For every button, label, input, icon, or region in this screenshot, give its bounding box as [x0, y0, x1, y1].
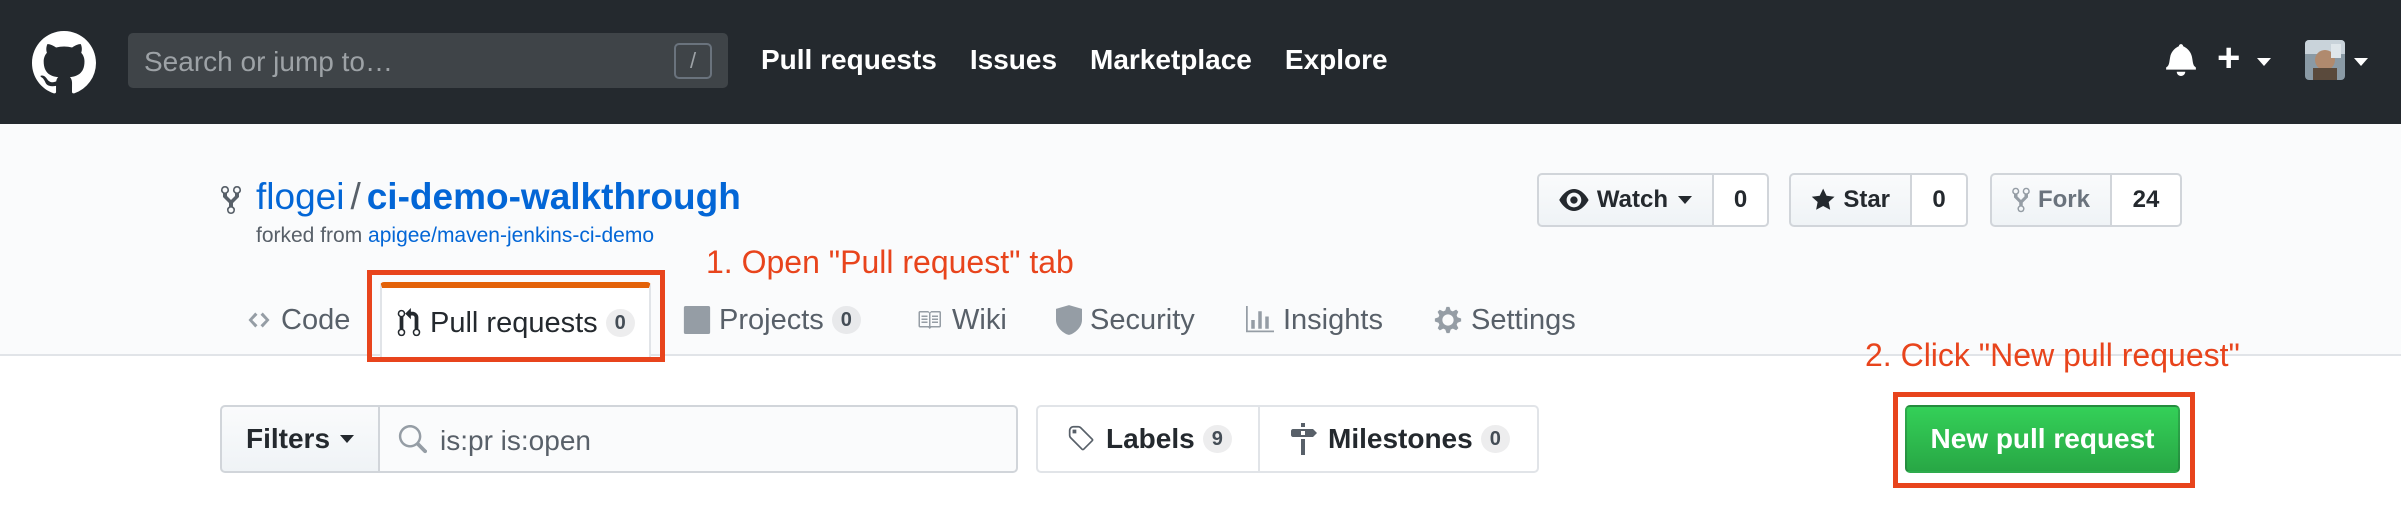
search-icon	[398, 425, 427, 454]
repo-name-link[interactable]: ci-demo-walkthrough	[367, 176, 741, 217]
filter-search-input[interactable]: is:pr is:open	[380, 405, 1018, 473]
tab-projects[interactable]: Projects 0	[683, 284, 861, 356]
fork-label: Fork	[2037, 186, 2090, 213]
repo-header: flogei / ci-demo-walkthrough forked from a…	[0, 124, 2401, 358]
annotation-step-1: 1. Open "Pull request" tab	[706, 244, 1074, 280]
filters-label: Filters	[245, 423, 331, 454]
global-search-input[interactable]: Search or jump to… /	[128, 33, 728, 88]
tab-security[interactable]: Security	[1056, 284, 1195, 356]
global-header: Search or jump to… / Pull requests Issue…	[0, 0, 2401, 124]
filters-bar: Filters is:pr is:open	[220, 405, 1018, 473]
tab-insights[interactable]: Insights	[1245, 284, 1383, 356]
annotation-box-new-pull-request	[1893, 392, 2195, 488]
nav-marketplace[interactable]: Marketplace	[1090, 44, 1252, 76]
code-icon	[248, 312, 270, 328]
annotation-box-pull-requests-tab	[367, 270, 665, 362]
star-label: Star	[1843, 186, 1890, 213]
github-logo-icon[interactable]	[32, 31, 96, 95]
eye-icon	[1559, 189, 1589, 211]
graph-icon	[1246, 306, 1274, 333]
watch-group: Watch 0	[1537, 173, 1769, 227]
star-icon	[1811, 188, 1835, 210]
milestones-label: Milestones	[1328, 423, 1473, 454]
tab-wiki-label: Wiki	[952, 303, 1007, 336]
labels-button[interactable]: Labels 9	[1038, 407, 1260, 471]
watch-button[interactable]: Watch	[1537, 173, 1714, 227]
watch-count[interactable]: 0	[1714, 173, 1769, 227]
milestones-counter: 0	[1480, 425, 1510, 453]
tab-code-label: Code	[281, 303, 351, 336]
slash-shortcut-badge: /	[674, 43, 712, 79]
plus-caret-icon	[2257, 58, 2271, 66]
projects-counter: 0	[831, 306, 861, 334]
fork-source-link[interactable]: apigee/maven-jenkins-ci-demo	[368, 224, 654, 247]
fork-count[interactable]: 24	[2112, 173, 2182, 227]
top-nav: Pull requests Issues Marketplace Explore	[761, 44, 1388, 76]
nav-issues[interactable]: Issues	[970, 44, 1057, 76]
search-placeholder: Search or jump to…	[144, 46, 393, 77]
milestone-icon	[1291, 423, 1317, 455]
repo-title-separator: /	[350, 176, 361, 217]
forked-from-note: forked from apigee/maven-jenkins-ci-demo	[256, 224, 654, 248]
tab-settings[interactable]: Settings	[1433, 284, 1576, 356]
annotation-step-2: 2. Click "New pull request"	[1865, 337, 2240, 373]
watch-caret-icon	[1678, 196, 1692, 204]
tab-code[interactable]: Code	[245, 284, 350, 356]
avatar[interactable]	[2305, 40, 2345, 80]
labels-counter: 9	[1202, 425, 1232, 453]
labels-label: Labels	[1106, 423, 1195, 454]
fork-button[interactable]: Fork	[1990, 173, 2112, 227]
tab-insights-label: Insights	[1283, 303, 1383, 336]
watch-label: Watch	[1596, 186, 1668, 213]
filter-query-value: is:pr is:open	[440, 425, 591, 456]
shield-icon	[1056, 305, 1082, 335]
tab-projects-label: Projects	[719, 303, 824, 336]
book-icon	[918, 311, 941, 329]
fork-group: Fork 24	[1990, 173, 2182, 227]
nav-explore[interactable]: Explore	[1285, 44, 1388, 76]
filters-caret-icon	[340, 435, 355, 443]
tag-icon	[1068, 425, 1094, 451]
repo-title: flogei / ci-demo-walkthrough	[256, 176, 741, 218]
repo-owner-link[interactable]: flogei	[256, 176, 344, 217]
nav-pull-requests[interactable]: Pull requests	[761, 44, 937, 76]
avatar-caret-icon	[2354, 58, 2368, 66]
tab-security-label: Security	[1090, 303, 1195, 336]
star-count[interactable]: 0	[1912, 173, 1968, 227]
forked-from-prefix: forked from	[256, 224, 369, 247]
bell-icon[interactable]	[2165, 42, 2197, 76]
project-icon	[683, 306, 711, 334]
star-button[interactable]: Star	[1789, 173, 1912, 227]
tab-settings-label: Settings	[1471, 303, 1576, 336]
filters-button[interactable]: Filters	[220, 405, 380, 473]
repo-forked-icon	[221, 185, 241, 215]
avatar-image-icon	[2305, 40, 2345, 80]
tab-wiki[interactable]: Wiki	[914, 284, 1007, 356]
labels-milestones-group: Labels 9 Milestones 0	[1036, 405, 1539, 473]
fork-icon	[2012, 187, 2030, 213]
gear-icon	[1434, 306, 1462, 334]
star-group: Star 0	[1789, 173, 1968, 227]
milestones-button[interactable]: Milestones 0	[1260, 407, 1510, 471]
plus-icon[interactable]: +	[2217, 38, 2240, 78]
